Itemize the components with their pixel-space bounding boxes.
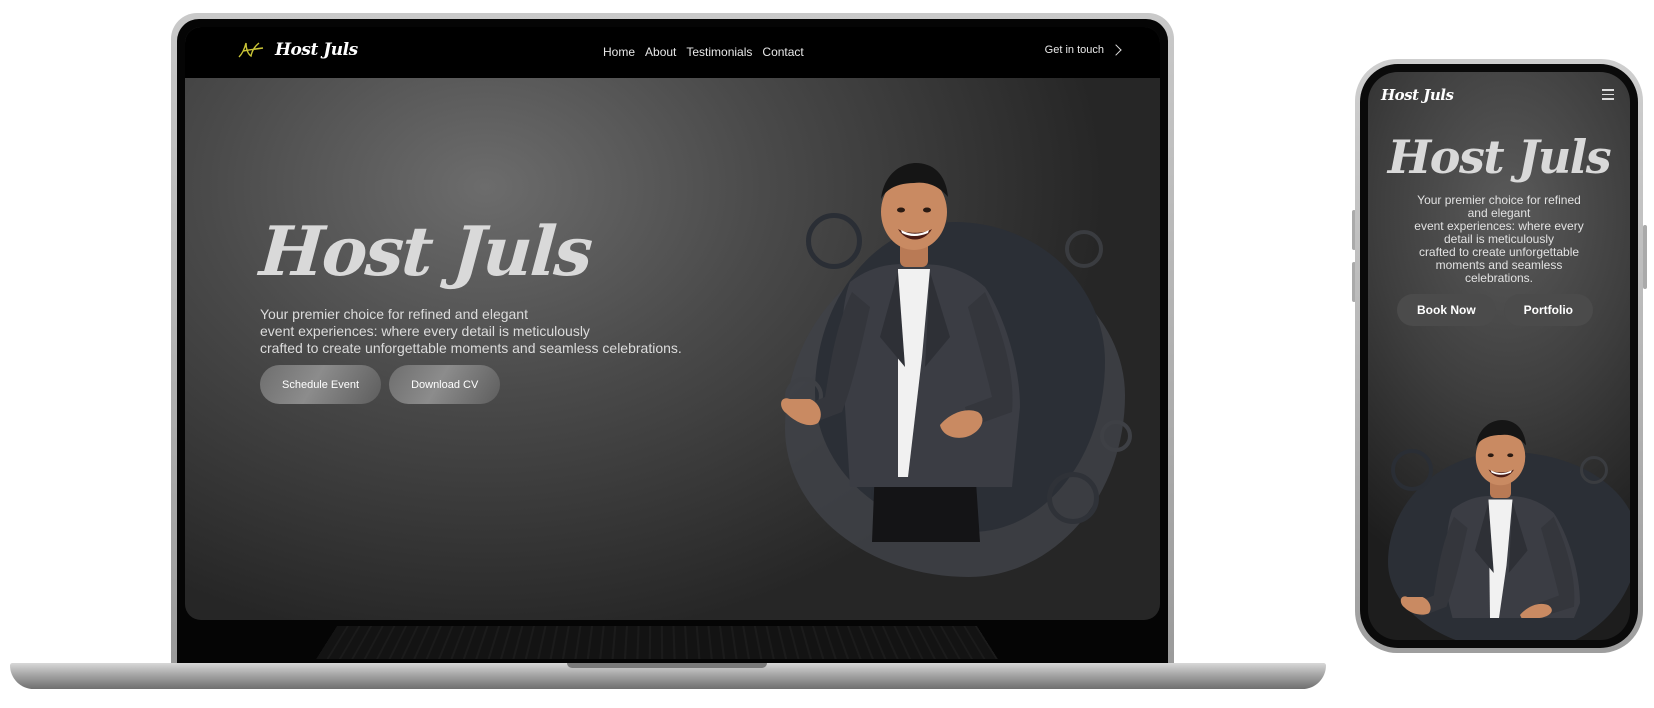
signature-logo-icon [238, 42, 264, 58]
hamburger-menu-icon[interactable] [1602, 89, 1614, 103]
phone-copy-line: celebrations. [1464, 271, 1534, 285]
decorative-ring [1065, 230, 1103, 268]
get-in-touch-label: Get in touch [1044, 44, 1104, 56]
top-nav: Host Juls Home About Testimonials Contac… [185, 27, 1160, 78]
hero-copy-line: crafted to create unforgettable moments … [260, 340, 682, 356]
laptop-mockup: Host Juls Home About Testimonials Contac… [171, 13, 1174, 671]
nav-link-contact[interactable]: Contact [762, 45, 803, 59]
nav-links: Home About Testimonials Contact [603, 45, 804, 59]
schedule-event-button[interactable]: Schedule Event [260, 365, 382, 404]
hero-copy: Your premier choice for refined and eleg… [260, 306, 682, 357]
brand[interactable]: Host Juls [237, 39, 358, 61]
decorative-ring [1047, 472, 1099, 524]
hero-title: Host Juls [257, 212, 594, 292]
nav-link-testimonials[interactable]: Testimonials [686, 45, 752, 59]
phone-screen: Host Juls Host Juls Your premier choice … [1368, 72, 1630, 640]
laptop-notch [567, 663, 767, 668]
hero-copy-line: Your premier choice for refined and eleg… [260, 306, 528, 322]
decorative-ring [1100, 420, 1132, 452]
portfolio-button[interactable]: Portfolio [1503, 294, 1593, 326]
phone-brand-name[interactable]: Host Juls [1381, 86, 1454, 104]
keyboard-reflection [316, 626, 998, 659]
book-now-button[interactable]: Book Now [1397, 294, 1496, 326]
hero-buttons: Schedule Event Download CV [260, 365, 501, 404]
phone-mockup: Host Juls Host Juls Your premier choice … [1355, 59, 1643, 653]
download-cv-button[interactable]: Download CV [389, 365, 501, 404]
phone-side-button [1643, 225, 1647, 289]
nav-link-home[interactable]: Home [603, 45, 635, 59]
phone-hero-buttons: Book Now Portfolio [1397, 294, 1593, 326]
host-portrait [781, 163, 1020, 542]
phone-host-portrait [1400, 420, 1580, 618]
phone-hero-title: Host Juls [1387, 130, 1612, 184]
nav-link-about[interactable]: About [645, 45, 676, 59]
laptop-screen: Host Juls Home About Testimonials Contac… [185, 27, 1160, 620]
laptop-bezel: Host Juls Home About Testimonials Contac… [177, 19, 1168, 665]
phone-hero-copy: Your premier choice for refined and eleg… [1398, 194, 1600, 285]
get-in-touch-link[interactable]: Get in touch [1044, 44, 1122, 56]
phone-bezel: Host Juls Host Juls Your premier choice … [1360, 64, 1638, 648]
hero-copy-line: event experiences: where every detail is… [260, 323, 590, 339]
chevron-right-icon [1110, 44, 1122, 56]
brand-name: Host Juls [275, 40, 358, 60]
